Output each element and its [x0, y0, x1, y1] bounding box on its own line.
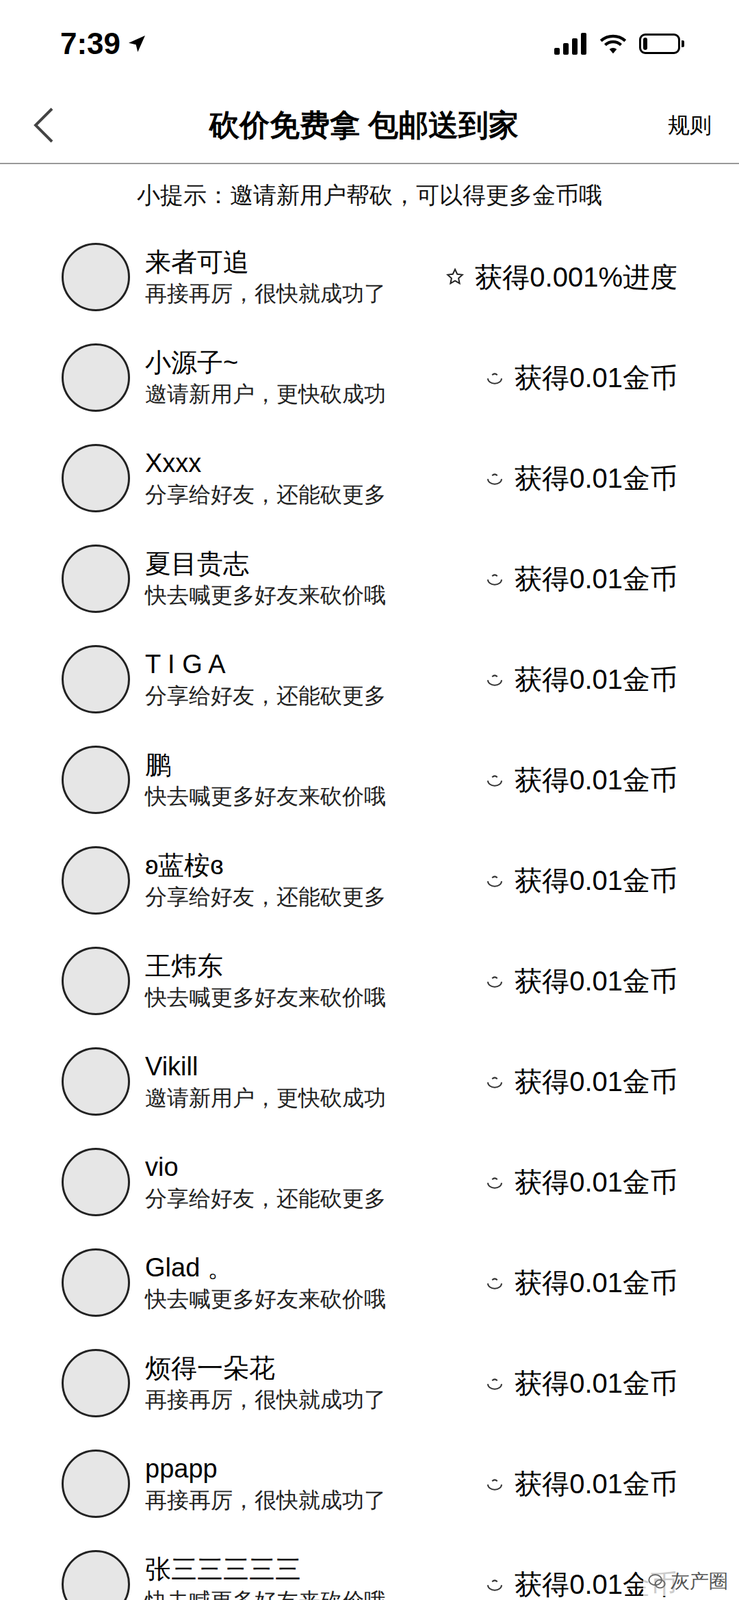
helper-message: 快去喊更多好友来砍价哦 [145, 982, 470, 1013]
coin-icon [484, 769, 505, 791]
signal-icon [554, 32, 588, 55]
helper-name: T I G A [145, 647, 470, 681]
star-icon [444, 266, 466, 288]
avatar [61, 1349, 131, 1418]
avatar [61, 1047, 131, 1117]
helper-message: 快去喊更多好友来砍价哦 [145, 1586, 470, 1600]
helper-message: 再接再厉，很快就成功了 [145, 1384, 470, 1416]
watermark: 灰产圈 [643, 1567, 733, 1597]
screen: 7:39砍价免费拿 包邮送到家规则小提示：邀请新用户帮砍，可以得更多金币哦来者可… [0, 0, 739, 1600]
coin-icon [484, 1373, 505, 1394]
helper-row: vio分享给好友，还能砍更多获得0.01金币 [0, 1131, 739, 1233]
reward: 获得0.01金币 [484, 964, 678, 999]
battery-icon [639, 33, 685, 55]
avatar [61, 846, 131, 915]
helper-name: Xxxx [145, 446, 470, 480]
helper-list: 来者可追再接再厉，很快就成功了获得0.001%进度小源子~邀请新用户，更快砍成功… [0, 226, 739, 1600]
reward: 获得0.01金币 [484, 461, 678, 496]
helper-message: 分享给好友，还能砍更多 [145, 479, 470, 510]
helper-row: 来者可追再接再厉，很快就成功了获得0.001%进度 [0, 226, 739, 328]
coin-icon [484, 367, 505, 388]
coin-icon [484, 870, 505, 891]
helper-message: 分享给好友，还能砍更多 [145, 680, 470, 711]
reward: 获得0.01金币 [484, 1265, 678, 1301]
helper-row: 鹏快去喊更多好友来砍价哦获得0.01金币 [0, 729, 739, 831]
reward: 获得0.01金币 [484, 561, 678, 596]
helper-row: Vikill邀请新用户，更快砍成功获得0.01金币 [0, 1031, 739, 1132]
helper-name: vio [145, 1150, 470, 1184]
reward: 获得0.01金币 [484, 762, 678, 798]
coin-icon [484, 669, 505, 690]
avatar [61, 1148, 131, 1217]
avatar [61, 745, 131, 815]
helper-name: 烦得一朵花 [145, 1352, 470, 1385]
location-icon [125, 32, 148, 55]
helper-message: 分享给好友，还能砍更多 [145, 1183, 470, 1214]
avatar [61, 645, 131, 714]
helper-name: 王炜东 [145, 949, 470, 983]
helper-row: T I G A分享给好友，还能砍更多获得0.01金币 [0, 628, 739, 730]
tip: 小提示：邀请新用户帮砍，可以得更多金币哦 [0, 164, 739, 227]
coin-icon [484, 468, 505, 489]
helper-name: 张三三三三三 [145, 1553, 470, 1587]
helper-name: Glad 。 [145, 1251, 470, 1285]
coin-icon [484, 1473, 505, 1495]
helper-message: 再接再厉，很快就成功了 [145, 278, 430, 309]
helper-row: ppapp再接再厉，很快就成功了获得0.01金币 [0, 1433, 739, 1535]
back-icon[interactable] [27, 104, 61, 146]
helper-row: ʚ蓝桉ɞ分享给好友，还能砍更多获得0.01金币 [0, 830, 739, 931]
helper-message: 快去喊更多好友来砍价哦 [145, 580, 470, 611]
avatar [61, 1248, 131, 1318]
helper-row: 夏目贵志快去喊更多好友来砍价哦获得0.01金币 [0, 528, 739, 629]
helper-name: 夏目贵志 [145, 547, 470, 581]
reward: 获得0.001%进度 [444, 260, 678, 295]
avatar [61, 947, 131, 1016]
helper-row: 烦得一朵花再接再厉，很快就成功了获得0.01金币 [0, 1332, 739, 1434]
reward: 获得0.01金币 [484, 863, 678, 898]
reward: 获得0.01金币 [484, 662, 678, 697]
helper-message: 快去喊更多好友来砍价哦 [145, 781, 470, 812]
helper-message: 快去喊更多好友来砍价哦 [145, 1284, 470, 1315]
helper-name: Vikill [145, 1050, 470, 1084]
reward: 获得0.01金币 [484, 1064, 678, 1099]
wifi-icon [598, 32, 629, 55]
coin-icon [484, 970, 505, 992]
helper-name: ʚ蓝桉ɞ [145, 849, 470, 883]
coin-icon [484, 568, 505, 590]
avatar [61, 1550, 131, 1600]
helper-name: 来者可追 [145, 245, 430, 279]
coin-icon [484, 1272, 505, 1294]
helper-message: 分享给好友，还能砍更多 [145, 882, 470, 913]
avatar [61, 343, 131, 412]
helper-message: 邀请新用户，更快砍成功 [145, 379, 470, 410]
rule-link[interactable]: 规则 [667, 108, 712, 142]
avatar [61, 544, 131, 614]
reward: 获得0.01金币 [484, 1165, 678, 1200]
reward: 获得0.01金币 [484, 1467, 678, 1502]
avatar [61, 242, 131, 312]
helper-row: Xxxx分享给好友，还能砍更多获得0.01金币 [0, 427, 739, 529]
page-title: 砍价免费拿 包邮送到家 [209, 102, 519, 148]
helper-message: 邀请新用户，更快砍成功 [145, 1083, 470, 1114]
reward: 获得0.01金币 [484, 360, 678, 395]
helper-name: ppapp [145, 1452, 470, 1486]
helper-name: 小源子~ [145, 346, 470, 380]
helper-row: Glad 。快去喊更多好友来砍价哦获得0.01金币 [0, 1232, 739, 1333]
nav-bar: 砍价免费拿 包邮送到家 规则 [0, 86, 739, 165]
coin-icon [484, 1574, 505, 1596]
helper-row: 张三三三三三快去喊更多好友来砍价哦获得0.01金币 [0, 1534, 739, 1600]
avatar [61, 444, 131, 513]
reward: 获得0.01金币 [484, 1366, 678, 1401]
wechat-icon [647, 1572, 667, 1592]
helper-name: 鹏 [145, 748, 470, 782]
coin-icon [484, 1071, 505, 1093]
coin-icon [484, 1172, 505, 1193]
status-bar: 7:39 [0, 0, 739, 87]
time: 7:39 [60, 21, 121, 67]
avatar [61, 1449, 131, 1519]
helper-message: 再接再厉，很快就成功了 [145, 1485, 470, 1516]
helper-row: 小源子~邀请新用户，更快砍成功获得0.01金币 [0, 327, 739, 428]
helper-row: 王炜东快去喊更多好友来砍价哦获得0.01金币 [0, 930, 739, 1032]
